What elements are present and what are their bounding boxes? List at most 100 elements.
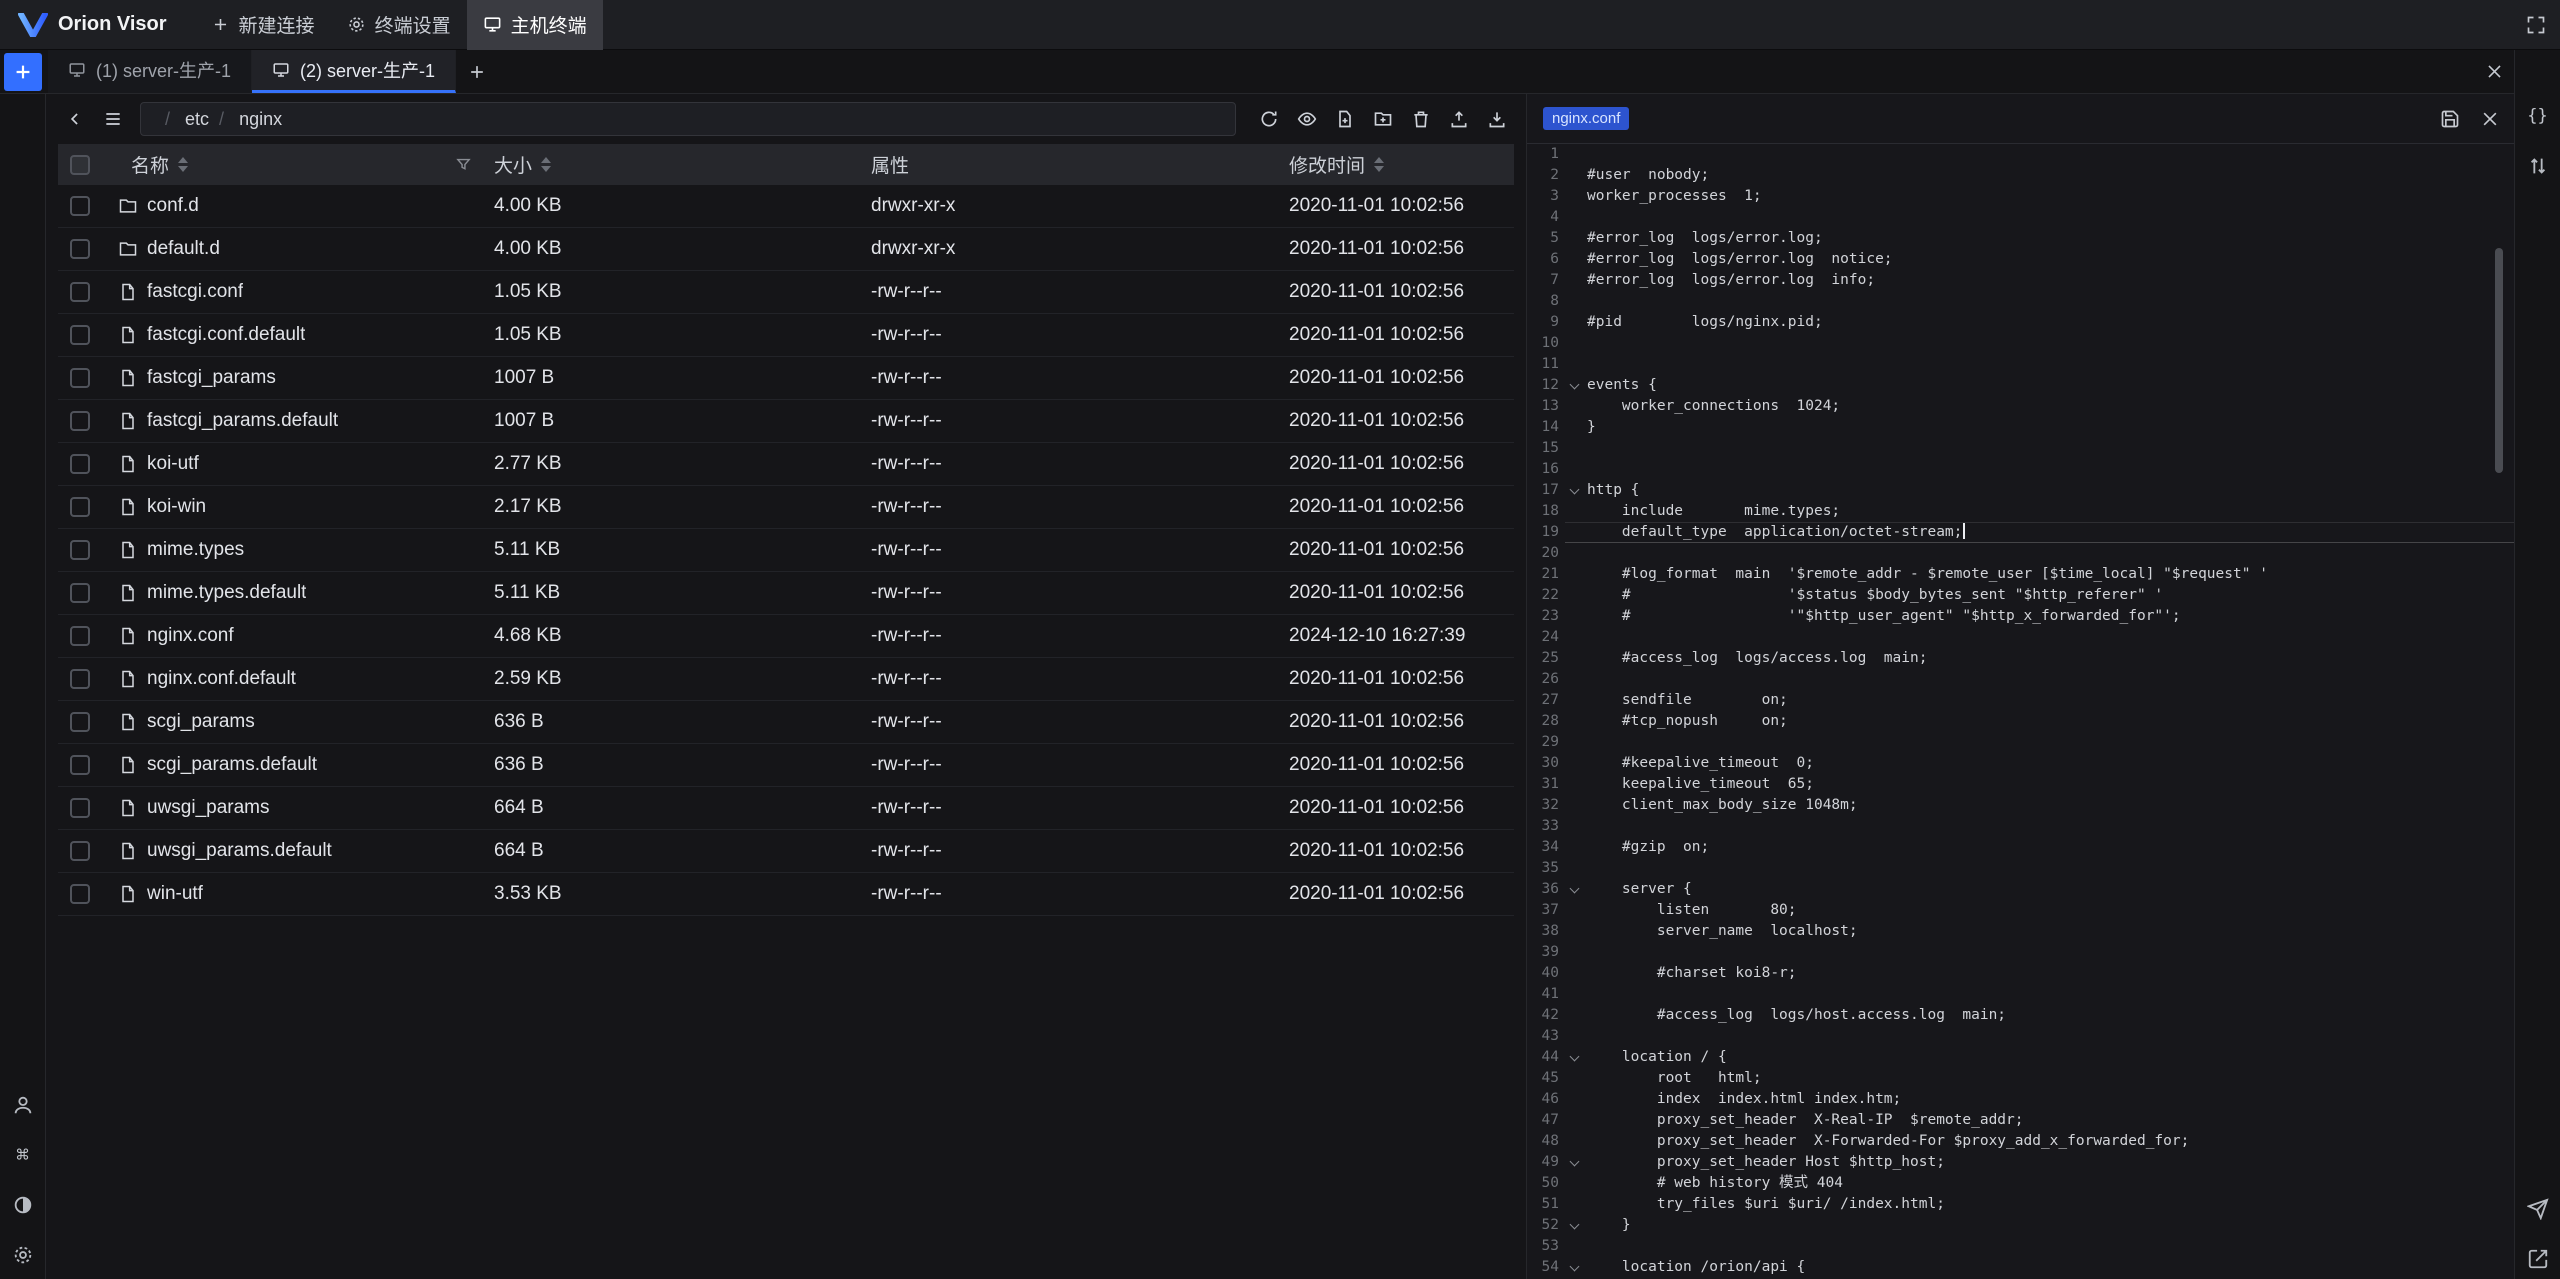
table-row[interactable]: default.d 4.00 KB drwxr-xr-x 2020-11-01 … [58,228,1514,271]
row-checkbox[interactable] [70,454,90,474]
code-line[interactable]: 25 #access_log logs/access.log main; [1527,648,2514,669]
table-row[interactable]: nginx.conf 4.68 KB -rw-r--r-- 2024-12-10… [58,615,1514,658]
code-line[interactable]: 50 # web history 模式 404 [1527,1173,2514,1194]
code-line[interactable]: 45 root html; [1527,1068,2514,1089]
fold-chevron-icon[interactable] [1570,1052,1580,1062]
file-name[interactable]: default.d [147,238,220,260]
row-checkbox[interactable] [70,626,90,646]
new-tab-primary-button[interactable] [4,53,42,91]
terminal-tab[interactable]: (1) server-生产-1 [48,50,252,93]
file-name[interactable]: koi-win [147,496,206,518]
table-row[interactable]: uwsgi_params.default 664 B -rw-r--r-- 20… [58,830,1514,873]
code-editor-braces-icon[interactable]: {} [2526,104,2550,128]
code-line[interactable]: 53 [1527,1236,2514,1257]
code-line[interactable]: 17 http { [1527,480,2514,501]
file-name[interactable]: scgi_params.default [147,754,317,776]
host-terminal-nav[interactable]: 主机终端 [467,0,603,50]
table-row[interactable]: fastcgi.conf 1.05 KB -rw-r--r-- 2020-11-… [58,271,1514,314]
code-line[interactable]: 49 proxy_set_header Host $http_host; [1527,1152,2514,1173]
row-checkbox[interactable] [70,368,90,388]
file-name[interactable]: win-utf [147,883,203,905]
file-name[interactable]: mime.types [147,539,244,561]
transfer-list-icon[interactable] [2526,154,2550,178]
table-row[interactable]: koi-utf 2.77 KB -rw-r--r-- 2020-11-01 10… [58,443,1514,486]
terminal-tab[interactable]: (2) server-生产-1 [252,50,456,93]
fold-chevron-icon[interactable] [1570,485,1580,495]
fold-chevron-icon[interactable] [1570,1157,1580,1167]
row-checkbox[interactable] [70,540,90,560]
new-connection-nav[interactable]: 新建连接 [195,0,331,50]
row-checkbox[interactable] [70,755,90,775]
column-header-name[interactable]: 名称 [131,151,169,178]
code-line[interactable]: 44 location / { [1527,1047,2514,1068]
code-line[interactable]: 13 worker_connections 1024; [1527,396,2514,417]
code-line[interactable]: 4 [1527,207,2514,228]
code-line[interactable]: 7 #error_log logs/error.log info; [1527,270,2514,291]
table-row[interactable]: mime.types 5.11 KB -rw-r--r-- 2020-11-01… [58,529,1514,572]
select-all-checkbox[interactable] [70,155,90,175]
code-line[interactable]: 11 [1527,354,2514,375]
column-header-mtime[interactable]: 修改时间 [1289,151,1365,178]
column-header-size[interactable]: 大小 [494,151,532,178]
table-row[interactable]: conf.d 4.00 KB drwxr-xr-x 2020-11-01 10:… [58,185,1514,228]
delete-trash-icon[interactable] [1406,104,1436,134]
back-icon[interactable] [60,104,90,134]
code-line[interactable]: 54 location /orion/api { [1527,1257,2514,1278]
code-line[interactable]: 28 #tcp_nopush on; [1527,711,2514,732]
code-line[interactable]: 36 server { [1527,879,2514,900]
code-line[interactable]: 16 [1527,459,2514,480]
code-line[interactable]: 37 listen 80; [1527,900,2514,921]
row-checkbox[interactable] [70,282,90,302]
code-line[interactable]: 1 [1527,144,2514,165]
code-line[interactable]: 14 } [1527,417,2514,438]
row-checkbox[interactable] [70,884,90,904]
code-editor[interactable]: 1 2 [1527,144,2514,1279]
fold-chevron-icon[interactable] [1570,1262,1580,1272]
code-line[interactable]: 10 [1527,333,2514,354]
sort-icon[interactable] [178,157,188,172]
file-name[interactable]: fastcgi.conf [147,281,243,303]
row-checkbox[interactable] [70,196,90,216]
code-line[interactable]: 42 #access_log logs/host.access.log main… [1527,1005,2514,1026]
open-new-window-icon[interactable] [2526,1247,2550,1271]
editor-close-icon[interactable] [2470,94,2510,144]
code-line[interactable]: 6 #error_log logs/error.log notice; [1527,249,2514,270]
code-line[interactable]: 22 # '$status $body_bytes_sent "$http_re… [1527,585,2514,606]
path-breadcrumb-input[interactable]: / etc / nginx [140,102,1236,136]
code-line[interactable]: 38 server_name localhost; [1527,921,2514,942]
code-line[interactable]: 52 } [1527,1215,2514,1236]
code-line[interactable]: 26 [1527,669,2514,690]
row-checkbox[interactable] [70,841,90,861]
table-row[interactable]: uwsgi_params 664 B -rw-r--r-- 2020-11-01… [58,787,1514,830]
code-line[interactable]: 40 #charset koi8-r; [1527,963,2514,984]
file-name[interactable]: nginx.conf [147,625,234,647]
fold-chevron-icon[interactable] [1570,380,1580,390]
code-line[interactable]: 33 [1527,816,2514,837]
fold-chevron-icon[interactable] [1570,1220,1580,1230]
code-line[interactable]: 15 [1527,438,2514,459]
code-line[interactable]: 29 [1527,732,2514,753]
row-checkbox[interactable] [70,325,90,345]
table-row[interactable]: fastcgi_params 1007 B -rw-r--r-- 2020-11… [58,357,1514,400]
sort-icon[interactable] [1374,157,1384,172]
refresh-icon[interactable] [1254,104,1284,134]
sort-icon[interactable] [541,157,551,172]
code-line[interactable]: 31 keepalive_timeout 65; [1527,774,2514,795]
table-row[interactable]: win-utf 3.53 KB -rw-r--r-- 2020-11-01 10… [58,873,1514,916]
code-line[interactable]: 32 client_max_body_size 1048m; [1527,795,2514,816]
open-file-tag[interactable]: nginx.conf [1543,107,1629,130]
settings-gear-icon[interactable] [11,1243,35,1267]
file-name[interactable]: mime.types.default [147,582,306,604]
file-name[interactable]: scgi_params [147,711,255,733]
table-row[interactable]: fastcgi_params.default 1007 B -rw-r--r--… [58,400,1514,443]
table-row[interactable]: nginx.conf.default 2.59 KB -rw-r--r-- 20… [58,658,1514,701]
file-name[interactable]: uwsgi_params.default [147,840,332,862]
theme-icon[interactable] [11,1193,35,1217]
row-checkbox[interactable] [70,497,90,517]
code-line[interactable]: 18 include mime.types; [1527,501,2514,522]
code-line[interactable]: 27 sendfile on; [1527,690,2514,711]
code-line[interactable]: 34 #gzip on; [1527,837,2514,858]
code-line[interactable]: 9 #pid logs/nginx.pid; [1527,312,2514,333]
table-row[interactable]: mime.types.default 5.11 KB -rw-r--r-- 20… [58,572,1514,615]
file-name[interactable]: nginx.conf.default [147,668,296,690]
